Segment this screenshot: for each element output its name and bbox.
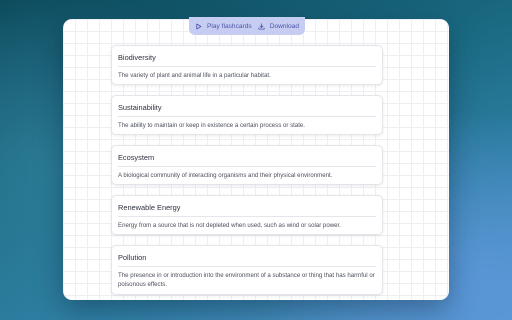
- play-flashcards-label: Play flashcards: [206, 22, 252, 30]
- flashcard-definition: Energy from a source that is not deplete…: [118, 222, 341, 229]
- download-icon: [258, 22, 265, 30]
- flashcard-term: Pollution: [118, 253, 376, 267]
- play-flashcards-button[interactable]: Play flashcards: [195, 23, 252, 30]
- flashcard[interactable]: Sustainability The ability to maintain o…: [111, 95, 383, 135]
- flashcard[interactable]: Pollution The presence in or introductio…: [111, 245, 383, 295]
- flashcard[interactable]: Ecosystem A biological community of inte…: [111, 145, 383, 185]
- flashcard[interactable]: Biodiversity The variety of plant and an…: [111, 45, 383, 85]
- download-label: Download: [269, 22, 300, 30]
- flashcard-toolbar: Play flashcards Download: [189, 17, 305, 35]
- flashcard-window: Biodiversity The variety of plant and an…: [63, 19, 449, 300]
- play-icon: [195, 23, 202, 30]
- flashcard-term: Biodiversity: [118, 53, 376, 67]
- flashcard-definition: The variety of plant and animal life in …: [118, 72, 271, 79]
- flashcard-definition: The ability to maintain or keep in exist…: [118, 122, 305, 129]
- flashcard[interactable]: Renewable Energy Energy from a source th…: [111, 195, 383, 235]
- flashcard-term: Ecosystem: [118, 153, 376, 167]
- flashcard-term: Sustainability: [118, 103, 376, 117]
- flashcard-term: Renewable Energy: [118, 203, 376, 217]
- flashcard-definition: A biological community of interacting or…: [118, 172, 333, 179]
- flashcard-definition: The presence in or introduction into the…: [118, 272, 375, 288]
- download-button[interactable]: Download: [258, 23, 299, 30]
